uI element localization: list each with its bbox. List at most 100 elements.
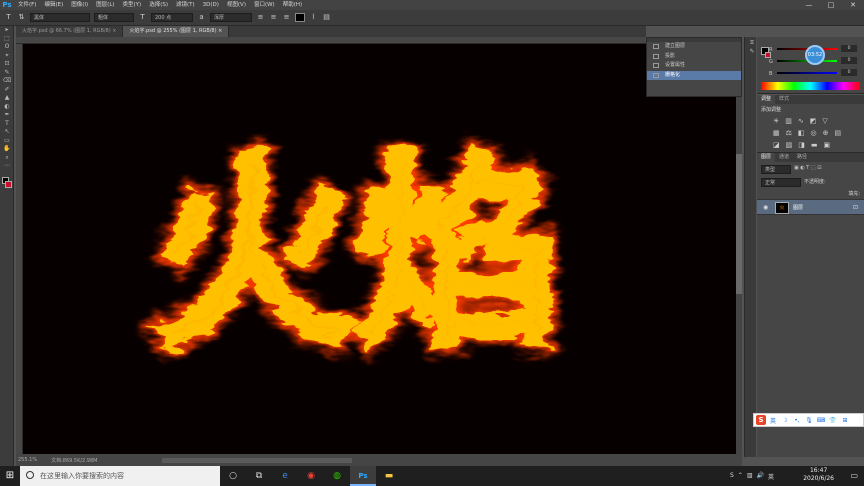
layer-row[interactable]: ◉ 火 图层 ⊡ — [757, 199, 864, 215]
character-panel-icon[interactable]: ▤ — [322, 13, 331, 22]
tool-1-icon[interactable]: ⬚ — [0, 35, 14, 44]
photoshop-taskbar-icon[interactable]: Ps — [350, 466, 376, 486]
tab-paths[interactable]: 路径 — [793, 153, 811, 162]
background-color-icon[interactable] — [5, 180, 12, 188]
menu-item-8[interactable]: 视图(V) — [223, 0, 250, 10]
mixer-icon[interactable]: ⊕ — [823, 129, 829, 137]
tool-7-icon[interactable]: ✐ — [0, 86, 14, 95]
menu-item-9[interactable]: 窗口(W) — [250, 0, 279, 10]
selective-color-icon[interactable]: ▣ — [824, 141, 831, 149]
tab-channels[interactable]: 通道 — [775, 153, 793, 162]
tool-6-icon[interactable]: ⌫ — [0, 77, 14, 86]
menu-item-1[interactable]: 编辑(E) — [40, 0, 67, 10]
tool-0-icon[interactable]: ▸ — [0, 26, 14, 35]
green-value[interactable]: 0 — [841, 57, 857, 64]
blue-value[interactable]: 0 — [841, 69, 857, 76]
history-item[interactable]: 栅格化 — [647, 70, 741, 80]
menu-item-0[interactable]: 文件(F) — [14, 0, 40, 10]
history-item[interactable]: 投影 — [647, 52, 741, 62]
text-color-swatch[interactable] — [295, 13, 305, 22]
layer-filter-select[interactable]: 类型 — [761, 165, 791, 174]
font-size-select[interactable]: 200 点 — [151, 13, 193, 22]
minimize-button[interactable]: — — [798, 0, 820, 10]
tray-ime-icon[interactable]: 英 — [768, 472, 774, 481]
file-explorer-icon[interactable]: ▬ — [376, 466, 402, 486]
vibrance-icon[interactable]: ▽ — [822, 117, 827, 125]
tool-9-icon[interactable]: ◐ — [0, 103, 14, 112]
blend-mode-select[interactable]: 正常 — [761, 178, 801, 187]
maximize-button[interactable]: □ — [820, 0, 842, 10]
lookup-icon[interactable]: ▤ — [835, 129, 842, 137]
tray-sogou-icon[interactable]: S — [730, 472, 734, 481]
menu-item-3[interactable]: 图层(L) — [92, 0, 118, 10]
menu-item-10[interactable]: 帮助(H) — [279, 0, 306, 10]
antialias-select[interactable]: 浑厚 — [210, 13, 252, 22]
tool-11-icon[interactable]: T — [0, 120, 14, 129]
history-item[interactable]: 设置属性 — [647, 61, 741, 71]
type-tool-icon[interactable]: T — [4, 13, 13, 22]
taskbar-search[interactable]: 在这里输入你要搜索的内容 — [20, 466, 220, 486]
align-center-icon[interactable]: ≡ — [269, 13, 278, 22]
threshold-icon[interactable]: ◨ — [798, 141, 805, 149]
tab-adjustments[interactable]: 调整 — [757, 95, 776, 104]
tool-2-icon[interactable]: ʘ — [0, 43, 14, 52]
tool-15-icon[interactable]: ⌕ — [0, 154, 14, 163]
vertical-scrollbar[interactable] — [736, 44, 742, 454]
moon-icon[interactable]: ☽ — [780, 417, 790, 424]
curves-icon[interactable]: ∿ — [798, 117, 804, 125]
system-clock[interactable]: 16:47 2020/6/26 — [803, 467, 834, 483]
close-button[interactable]: ✕ — [842, 0, 864, 10]
layer-name[interactable]: 图层 — [793, 204, 803, 211]
tool-12-icon[interactable]: ↖ — [0, 128, 14, 137]
menu-item-4[interactable]: 类型(Y) — [119, 0, 146, 10]
horizontal-scrollbar[interactable] — [161, 457, 352, 463]
task-view-icon[interactable]: ⧉ — [246, 466, 272, 486]
tool-4-icon[interactable]: ⊡ — [0, 60, 14, 69]
cortana-icon[interactable]: ○ — [220, 466, 246, 486]
scroll-thumb[interactable] — [736, 154, 742, 294]
menu-item-2[interactable]: 图像(I) — [67, 0, 92, 10]
bw-icon[interactable]: ◧ — [798, 129, 805, 137]
color-ramp[interactable] — [761, 82, 860, 90]
tab-layers[interactable]: 图层 — [757, 153, 776, 162]
punctuation-icon[interactable]: •, — [792, 417, 802, 424]
tab-styles[interactable]: 样式 — [775, 95, 793, 104]
align-right-icon[interactable]: ≡ — [282, 13, 291, 22]
tray-network-icon[interactable]: ▥ — [747, 472, 753, 481]
notification-icon[interactable]: ▭ — [850, 471, 858, 480]
tool-5-icon[interactable]: ✎ — [0, 69, 14, 78]
tools-icon[interactable]: ⊞ — [840, 417, 850, 424]
tab-doc-2[interactable]: 火焰字.psd @ 255% (图层 1, RGB/8) × — [123, 26, 230, 37]
photo-filter-icon[interactable]: ◎ — [811, 129, 817, 137]
tool-8-icon[interactable]: ▲ — [0, 94, 14, 103]
font-style-select[interactable]: 粗体 — [94, 13, 134, 22]
tab-doc-1[interactable]: 火焰字.psd @ 66.7% (图层 1, RGB/8) × — [16, 26, 124, 37]
levels-icon[interactable]: ▥ — [785, 117, 792, 125]
tool-14-icon[interactable]: ✋ — [0, 145, 14, 154]
align-left-icon[interactable]: ≡ — [256, 13, 265, 22]
menu-item-7[interactable]: 3D(D) — [199, 0, 223, 10]
hue-icon[interactable]: ▦ — [773, 129, 780, 137]
edge-icon[interactable]: e — [272, 466, 298, 486]
skin-icon[interactable]: 👕 — [828, 417, 838, 424]
visibility-eye-icon[interactable]: ◉ — [763, 204, 768, 211]
menu-item-5[interactable]: 选择(S) — [145, 0, 172, 10]
balance-icon[interactable]: ⚖ — [786, 129, 792, 137]
text-orientation-icon[interactable]: ⇅ — [17, 13, 26, 22]
start-icon[interactable]: ⊞ — [0, 466, 20, 486]
invert-icon[interactable]: ◪ — [773, 141, 780, 149]
microphone-icon[interactable]: 🎙 — [804, 417, 814, 424]
chrome-icon[interactable]: ◉ — [298, 466, 324, 486]
menu-item-6[interactable]: 滤镜(T) — [172, 0, 199, 10]
tool-10-icon[interactable]: ✒ — [0, 111, 14, 120]
posterize-icon[interactable]: ▧ — [786, 141, 793, 149]
document-canvas[interactable]: 火焰 火焰 — [23, 44, 736, 454]
exposure-icon[interactable]: ◩ — [810, 117, 817, 125]
warp-text-icon[interactable]: ⌇ — [309, 13, 318, 22]
tool-16-icon[interactable]: ⋯ — [0, 162, 14, 171]
red-value[interactable]: 0 — [841, 45, 857, 52]
tool-13-icon[interactable]: ▭ — [0, 137, 14, 146]
zoom-level[interactable]: 255.1% — [18, 457, 37, 463]
tool-3-icon[interactable]: ⌖ — [0, 52, 14, 61]
filter-icons[interactable]: ▣ ◐ T ⬚ ⊡ — [794, 165, 821, 174]
